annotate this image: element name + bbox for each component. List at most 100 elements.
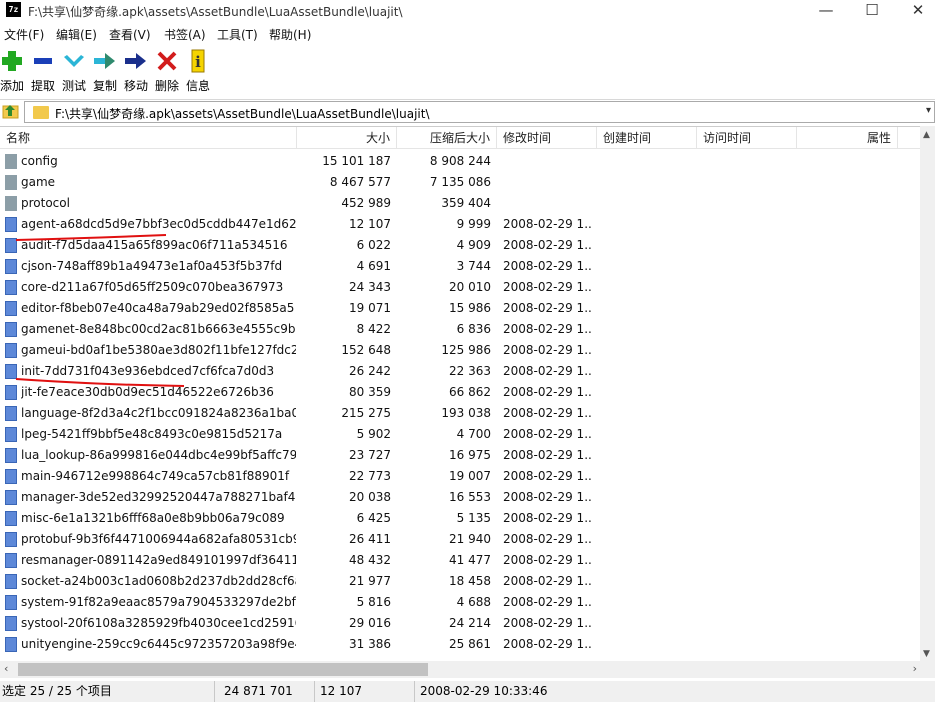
- table-row[interactable]: gameui-bd0af1be5380ae3d802f11bfe127fdc2 1…: [0, 340, 920, 361]
- menu-bookmarks[interactable]: 书签(A): [164, 26, 206, 43]
- column-accessed[interactable]: 访问时间: [697, 127, 797, 149]
- close-button[interactable]: ✕: [895, 0, 935, 22]
- address-path: F:\共享\仙梦奇缘.apk\assets\AssetBundle\LuaAss…: [55, 107, 430, 121]
- column-name[interactable]: 名称: [0, 127, 297, 149]
- test-button[interactable]: 测试: [59, 49, 89, 93]
- table-row[interactable]: cjson-748aff89b1a49473e1af0a453f5b37fd 4 …: [0, 256, 920, 277]
- scroll-down-icon[interactable]: ▼: [923, 649, 930, 659]
- table-row[interactable]: systool-20f6108a3285929fb4030cee1cd25916…: [0, 613, 920, 634]
- table-row[interactable]: jit-fe7eace30db0d9ec51d46522e6726b36 80 3…: [0, 382, 920, 403]
- chevron-down-icon[interactable]: ▾: [926, 105, 931, 116]
- file-name: protocol: [21, 196, 70, 210]
- vertical-scrollbar[interactable]: ▲ ▼: [920, 126, 935, 661]
- copy-button[interactable]: 复制: [90, 49, 120, 93]
- menu-view[interactable]: 查看(V): [109, 26, 151, 43]
- column-packed-size[interactable]: 压缩后大小: [397, 127, 497, 149]
- table-row[interactable]: manager-3de52ed32992520447a788271baf4...…: [0, 487, 920, 508]
- file-icon: [5, 385, 17, 400]
- maximize-button[interactable]: ☐: [849, 0, 895, 22]
- file-name: resmanager-0891142a9ed849101997df36411..…: [21, 553, 296, 567]
- delete-button[interactable]: 删除: [152, 49, 182, 93]
- menu-edit[interactable]: 编辑(E): [56, 26, 97, 43]
- address-field[interactable]: F:\共享\仙梦奇缘.apk\assets\AssetBundle\LuaAss…: [24, 101, 935, 123]
- table-row[interactable]: config 15 101 187 8 908 244: [0, 151, 920, 172]
- file-modified: 2008-02-29 1...: [503, 469, 593, 483]
- file-name: language-8f2d3a4c2f1bcc091824a8236a1ba0.…: [21, 406, 296, 420]
- column-created[interactable]: 创建时间: [597, 127, 697, 149]
- file-packed-size: 4 700: [456, 427, 491, 441]
- file-packed-size: 41 477: [449, 553, 491, 567]
- file-size: 48 432: [349, 553, 391, 567]
- horizontal-scrollbar[interactable]: ‹ ›: [0, 661, 935, 678]
- file-size: 29 016: [349, 616, 391, 630]
- folder-icon: [5, 154, 17, 169]
- menu-file[interactable]: 文件(F): [4, 26, 44, 43]
- status-total-size: 24 871 701: [218, 681, 315, 702]
- table-row[interactable]: resmanager-0891142a9ed849101997df36411..…: [0, 550, 920, 571]
- table-row[interactable]: editor-f8beb07e40ca48a79ab29ed02f8585a5 1…: [0, 298, 920, 319]
- extract-button[interactable]: 提取: [28, 49, 58, 93]
- table-row[interactable]: game 8 467 577 7 135 086: [0, 172, 920, 193]
- column-attributes[interactable]: 属性: [797, 127, 898, 149]
- up-folder-button[interactable]: [2, 102, 20, 120]
- scroll-left-icon[interactable]: ‹: [4, 662, 8, 675]
- file-list[interactable]: 名称 大小 压缩后大小 修改时间 创建时间 访问时间 属性 config 15 1…: [0, 126, 935, 661]
- column-size[interactable]: 大小: [297, 127, 397, 149]
- scroll-thumb[interactable]: [18, 663, 428, 676]
- table-row[interactable]: main-946712e998864c749ca57cb81f88901f 22 …: [0, 466, 920, 487]
- table-row[interactable]: audit-f7d5daa415a65f899ac06f711a534516 6 …: [0, 235, 920, 256]
- file-modified: 2008-02-29 1...: [503, 364, 593, 378]
- status-bar: 选定 25 / 25 个项目 24 871 701 12 107 2008-02…: [0, 681, 935, 702]
- minus-icon: [31, 49, 55, 73]
- file-size: 6 022: [356, 238, 391, 252]
- move-button[interactable]: 移动: [121, 49, 151, 93]
- delete-x-icon: [155, 49, 179, 73]
- file-modified: 2008-02-29 1...: [503, 385, 593, 399]
- table-row[interactable]: gamenet-8e848bc00cd2ac81b6663e4555c9b...…: [0, 319, 920, 340]
- file-modified: 2008-02-29 1...: [503, 595, 593, 609]
- table-row[interactable]: socket-a24b003c1ad0608b2d237db2dd28cf6a 2…: [0, 571, 920, 592]
- column-header: 名称 大小 压缩后大小 修改时间 创建时间 访问时间 属性: [0, 127, 935, 149]
- info-button[interactable]: i 信息: [183, 49, 213, 93]
- table-row[interactable]: lpeg-5421ff9bbf5e48c8493c0e9815d5217a 5 9…: [0, 424, 920, 445]
- svg-text:i: i: [195, 53, 201, 71]
- file-name: lua_lookup-86a999816e044dbc4e99bf5affc79…: [21, 448, 296, 462]
- menu-tools[interactable]: 工具(T): [217, 26, 258, 43]
- table-row[interactable]: misc-6e1a1321b6fff68a0e8b9bb06a79c089 6 4…: [0, 508, 920, 529]
- table-row[interactable]: lua_lookup-86a999816e044dbc4e99bf5affc79…: [0, 445, 920, 466]
- file-modified: 2008-02-29 1...: [503, 217, 593, 231]
- table-row[interactable]: protocol 452 989 359 404: [0, 193, 920, 214]
- file-size: 5 902: [356, 427, 391, 441]
- column-modified[interactable]: 修改时间: [497, 127, 597, 149]
- file-icon: [5, 511, 17, 526]
- table-row[interactable]: core-d211a67f05d65ff2509c070bea367973 24 …: [0, 277, 920, 298]
- file-modified: 2008-02-29 1...: [503, 637, 593, 651]
- table-row[interactable]: agent-a68dcd5d9e7bbf3ec0d5cddb447e1d62 12…: [0, 214, 920, 235]
- file-icon: [5, 322, 17, 337]
- app-7z-icon: 7z: [6, 2, 21, 17]
- file-modified: 2008-02-29 1...: [503, 343, 593, 357]
- file-icon: [5, 217, 17, 232]
- minimize-button[interactable]: —: [803, 0, 849, 22]
- extract-label: 提取: [30, 79, 55, 93]
- table-row[interactable]: unityengine-259cc9c6445c972357203a98f9e4…: [0, 634, 920, 655]
- file-icon: [5, 238, 17, 253]
- file-name: misc-6e1a1321b6fff68a0e8b9bb06a79c089: [21, 511, 285, 525]
- file-packed-size: 19 007: [449, 469, 491, 483]
- add-button[interactable]: 添加: [0, 49, 27, 93]
- file-packed-size: 5 135: [456, 511, 491, 525]
- table-row[interactable]: protobuf-9b3f6f4471006944a682afa80531cb9…: [0, 529, 920, 550]
- table-row[interactable]: system-91f82a9eaac8579a7904533297de2bf6 5…: [0, 592, 920, 613]
- table-row[interactable]: init-7dd731f043e936ebdced7cf6fca7d0d3 26 …: [0, 361, 920, 382]
- file-modified: 2008-02-29 1...: [503, 616, 593, 630]
- scroll-right-icon[interactable]: ›: [913, 662, 917, 675]
- file-name: system-91f82a9eaac8579a7904533297de2bf6: [21, 595, 296, 609]
- status-modified: 2008-02-29 10:33:46: [420, 684, 548, 698]
- file-size: 23 727: [349, 448, 391, 462]
- copy-label: 复制: [92, 79, 117, 93]
- title-bar: 7z F:\共享\仙梦奇缘.apk\assets\AssetBundle\Lua…: [0, 0, 935, 22]
- table-row[interactable]: language-8f2d3a4c2f1bcc091824a8236a1ba0.…: [0, 403, 920, 424]
- menu-help[interactable]: 帮助(H): [269, 26, 311, 43]
- scroll-up-icon[interactable]: ▲: [923, 130, 930, 140]
- toolbar: 添加 提取 测试 复制 移动 删除 i 信息: [0, 46, 935, 94]
